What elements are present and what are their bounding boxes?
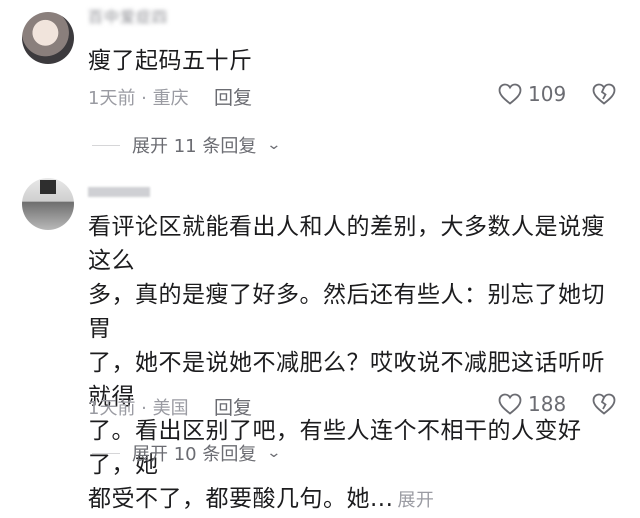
- comment-text-line: 多，真的是瘦了好多。然后还有些人：别忘了她切胃: [88, 282, 605, 342]
- like-count: 109: [528, 82, 567, 106]
- comment-text-line-last: 都受不了，都要酸几句。她... 展开: [88, 482, 608, 518]
- avatar-mosaic: [40, 180, 56, 194]
- like-count: 188: [528, 392, 567, 416]
- comment-meta: 1天前 · 美国: [88, 398, 189, 419]
- dislike-button[interactable]: [592, 83, 616, 109]
- username[interactable]: [88, 187, 150, 197]
- reply-button[interactable]: 回复: [214, 393, 252, 420]
- like-button[interactable]: 188: [498, 392, 566, 416]
- expand-replies-label: 展开 11 条回复: [132, 136, 257, 157]
- broken-heart-icon: [592, 393, 616, 415]
- expand-replies-button[interactable]: 展开 10 条回复 ⌄: [92, 440, 282, 466]
- comment-text-line: 都受不了，都要酸几句。她...: [88, 486, 394, 512]
- expand-replies-button[interactable]: 展开 11 条回复 ⌄: [92, 132, 282, 158]
- divider-line: [92, 452, 120, 454]
- expand-text-button[interactable]: 展开: [397, 490, 434, 511]
- like-button[interactable]: 109: [498, 82, 566, 106]
- broken-heart-icon: [592, 83, 616, 105]
- heart-icon: [498, 393, 522, 415]
- dislike-button[interactable]: [592, 393, 616, 419]
- username[interactable]: 百中爱症四: [88, 6, 168, 26]
- divider-line: [92, 144, 120, 146]
- avatar[interactable]: [22, 12, 74, 64]
- comment-text-line: 看评论区就能看出人和人的差别，大多数人是说瘦这么: [88, 214, 605, 274]
- chevron-down-icon: ⌄: [266, 137, 282, 153]
- heart-icon: [498, 83, 522, 105]
- reply-button[interactable]: 回复: [214, 83, 252, 110]
- comment-text: 看评论区就能看出人和人的差别，大多数人是说瘦这么 多，真的是瘦了好多。然后还有些…: [88, 210, 608, 518]
- comment-text: 瘦了起码五十斤: [88, 48, 253, 74]
- expand-replies-label: 展开 10 条回复: [132, 444, 257, 465]
- comment-meta: 1天前 · 重庆: [88, 88, 189, 109]
- chevron-down-icon: ⌄: [266, 445, 282, 461]
